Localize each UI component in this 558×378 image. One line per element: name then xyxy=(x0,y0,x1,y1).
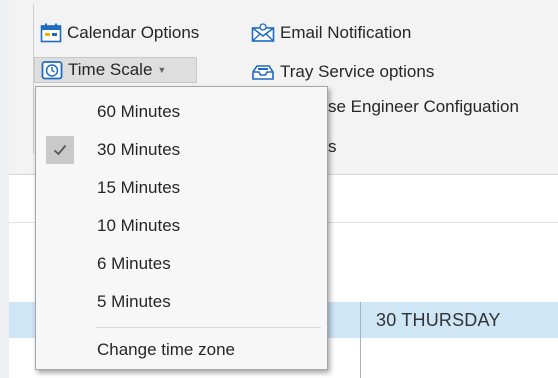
time-scale-dropdown-menu: 60 Minutes 30 Minutes 15 Minutes 10 Minu… xyxy=(35,86,328,370)
menu-separator xyxy=(96,327,321,328)
tray-service-options-button[interactable]: Tray Service options xyxy=(251,59,434,85)
menu-item-label: 5 Minutes xyxy=(97,292,171,311)
menu-item-15-minutes[interactable]: 15 Minutes xyxy=(36,169,327,207)
calendar-icon xyxy=(40,23,67,43)
menu-item-10-minutes[interactable]: 10 Minutes xyxy=(36,207,327,245)
menu-item-5-minutes[interactable]: 5 Minutes xyxy=(36,283,327,321)
menu-item-change-time-zone[interactable]: Change time zone xyxy=(36,331,327,369)
menu-item-label: 10 Minutes xyxy=(97,216,181,235)
chevron-down-icon: ▼ xyxy=(157,65,167,75)
day-column-divider xyxy=(360,302,361,378)
menu-item-30-minutes[interactable]: 30 Minutes xyxy=(36,131,327,169)
settings-button[interactable]: s xyxy=(328,134,337,160)
envelope-icon xyxy=(251,23,280,43)
menu-item-label: 30 Minutes xyxy=(97,140,181,159)
time-scale-label: Time Scale xyxy=(68,60,153,79)
tray-service-options-label: Tray Service options xyxy=(280,62,435,81)
calendar-options-label: Calendar Options xyxy=(67,23,200,42)
calendar-options-button[interactable]: Calendar Options xyxy=(40,20,199,46)
menu-item-label: Change time zone xyxy=(97,340,235,359)
menu-item-label: 15 Minutes xyxy=(97,178,181,197)
menu-item-60-minutes[interactable]: 60 Minutes xyxy=(36,93,327,131)
engineer-configuration-label: se Engineer Configuation xyxy=(328,97,519,116)
email-notification-label: Email Notification xyxy=(280,23,412,42)
day-header[interactable]: 30 THURSDAY xyxy=(376,310,501,331)
checkmark-icon xyxy=(46,136,74,164)
menu-item-label: 60 Minutes xyxy=(97,102,181,121)
menu-item-label: 6 Minutes xyxy=(97,254,171,273)
menu-item-6-minutes[interactable]: 6 Minutes xyxy=(36,245,327,283)
window-left-edge xyxy=(0,0,9,378)
clock-icon xyxy=(41,60,68,80)
tray-icon xyxy=(251,62,280,82)
settings-label: s xyxy=(328,137,337,156)
time-scale-button[interactable]: Time Scale ▼ xyxy=(34,57,197,83)
engineer-configuration-button[interactable]: se Engineer Configuation xyxy=(328,94,519,120)
email-notification-button[interactable]: Email Notification xyxy=(251,20,411,46)
